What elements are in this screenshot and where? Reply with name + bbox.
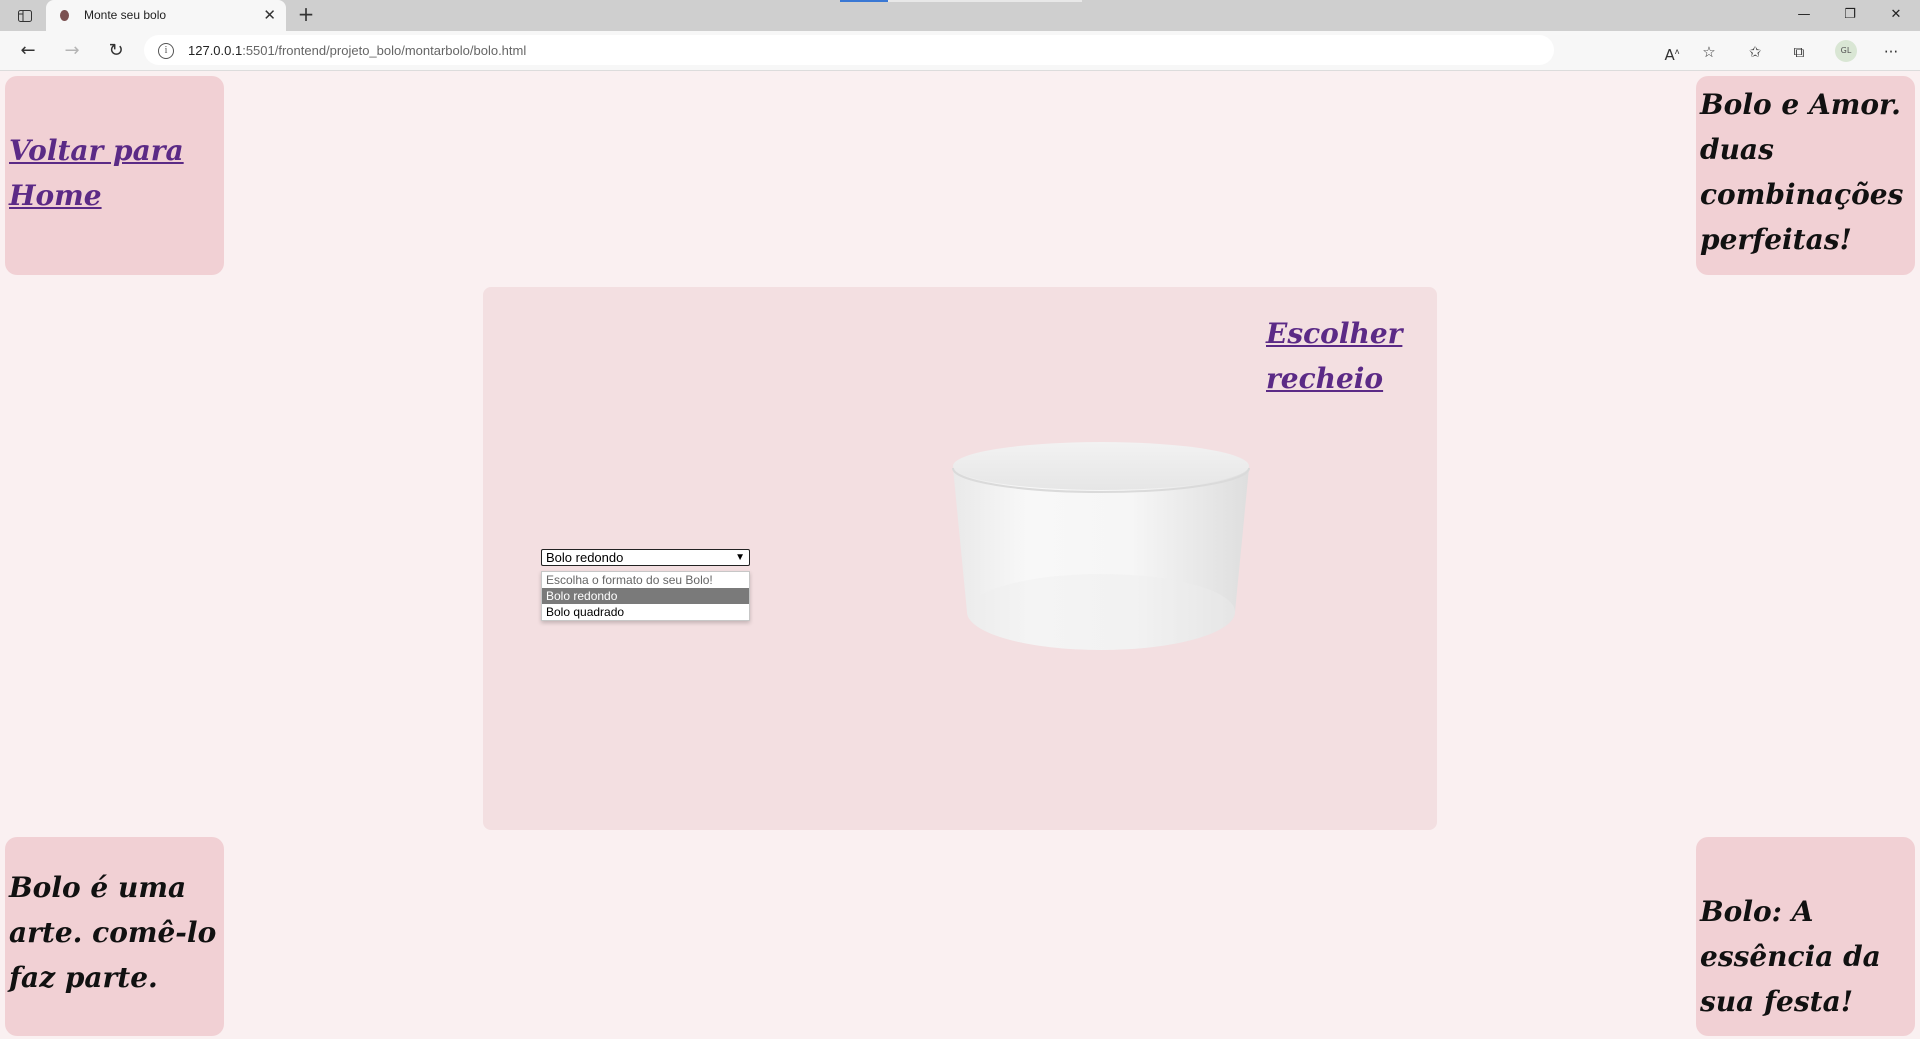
loading-indicator-track: [888, 0, 1082, 2]
url-text[interactable]: 127.0.0.1:5501/frontend/projeto_bolo/mon…: [188, 43, 526, 58]
read-aloud-icon[interactable]: Aʌ: [1661, 41, 1683, 64]
address-bar[interactable]: i 127.0.0.1:5501/frontend/projeto_bolo/m…: [144, 35, 1554, 65]
restore-button[interactable]: ❐: [1830, 4, 1870, 26]
chevron-down-icon: ▼: [735, 552, 745, 563]
tab-title: Monte seu bolo: [84, 8, 167, 22]
shape-select[interactable]: Bolo redondo ▼ Escolha o formato do seu …: [541, 549, 750, 621]
shape-select-box[interactable]: Bolo redondo ▼: [541, 549, 750, 566]
quote-bottom-right: Bolo: A essência da sua festa!: [1700, 895, 1881, 1018]
quote-top-right: Bolo e Amor. duas combinações perfeitas!: [1700, 88, 1904, 256]
tab-actions-icon[interactable]: [10, 5, 40, 27]
browser-toolbar: ← → ↻ i 127.0.0.1:5501/frontend/projeto_…: [0, 31, 1920, 71]
add-favorite-icon[interactable]: ☆: [1698, 41, 1720, 63]
forward-icon[interactable]: →: [58, 37, 86, 65]
info-icon[interactable]: i: [158, 43, 174, 59]
favorites-icon[interactable]: ✩: [1744, 41, 1766, 63]
shape-dropdown-list: Escolha o formato do seu Bolo! Bolo redo…: [541, 571, 750, 621]
quote-card-bottom-right: Bolo: A essência da sua festa!: [1696, 837, 1915, 1036]
close-tab-icon[interactable]: ✕: [263, 5, 276, 25]
shape-option-redondo[interactable]: Bolo redondo: [542, 588, 749, 604]
cake-builder-panel: Escolher recheio Bolo redondo ▼ Escolha …: [483, 287, 1437, 830]
quote-card-bottom-left: Bolo é uma arte. comê-lo faz parte.: [5, 837, 224, 1036]
cake-favicon-icon: [60, 10, 69, 21]
loading-indicator: [840, 0, 888, 2]
browser-tab-bar: Monte seu bolo ✕ + — ❐ ✕: [0, 0, 1920, 31]
back-icon[interactable]: ←: [14, 37, 42, 65]
close-window-button[interactable]: ✕: [1876, 4, 1916, 26]
shape-option-quadrado[interactable]: Bolo quadrado: [542, 604, 749, 620]
quote-bottom-left: Bolo é uma arte. comê-lo faz parte.: [9, 871, 217, 994]
profile-avatar[interactable]: GL: [1835, 40, 1857, 62]
refresh-icon[interactable]: ↻: [102, 37, 130, 65]
collections-icon[interactable]: ⧉: [1788, 41, 1810, 63]
new-tab-button[interactable]: +: [294, 3, 318, 27]
home-card: Voltar para Home: [5, 76, 224, 275]
shape-select-value: Bolo redondo: [546, 550, 624, 565]
escolher-recheio-link[interactable]: Escolher recheio: [1266, 311, 1406, 401]
shape-option-placeholder[interactable]: Escolha o formato do seu Bolo!: [542, 572, 749, 588]
browser-tab[interactable]: Monte seu bolo ✕: [46, 0, 286, 31]
quote-card-top-right: Bolo e Amor. duas combinações perfeitas!: [1696, 76, 1915, 275]
home-link[interactable]: Voltar para Home: [9, 128, 209, 218]
more-icon[interactable]: ···: [1880, 41, 1902, 63]
round-cake-3d-model[interactable]: [949, 434, 1253, 654]
minimize-button[interactable]: —: [1784, 4, 1824, 26]
